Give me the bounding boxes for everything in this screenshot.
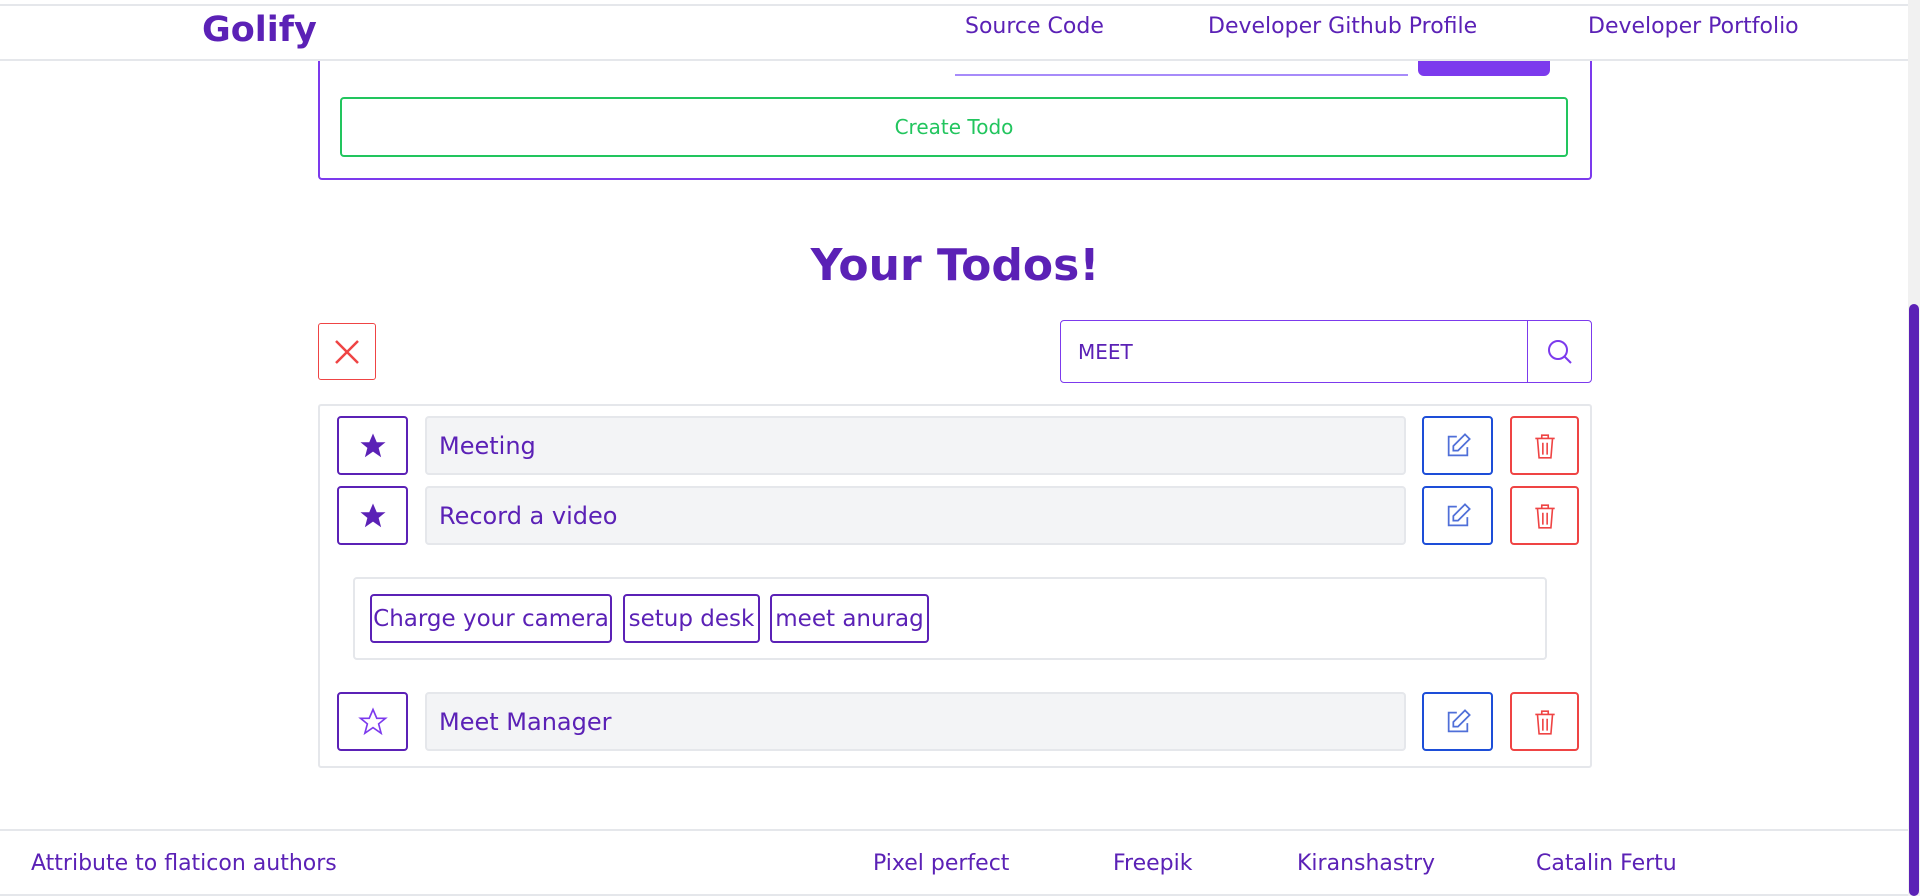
subtask-chip[interactable]: Charge your camera [370, 594, 612, 643]
footer-attribution: Attribute to flaticon authors [31, 851, 337, 876]
brand-logo[interactable]: Golify [202, 10, 317, 50]
nav-source-code[interactable]: Source Code [965, 14, 1104, 39]
footer-author-link[interactable]: Pixel perfect [873, 851, 1009, 876]
todo-text[interactable]: Meet Manager [425, 692, 1406, 751]
delete-button[interactable] [1510, 486, 1579, 545]
scrollbar-thumb[interactable] [1909, 304, 1919, 896]
todo-text[interactable]: Record a video [425, 486, 1406, 545]
footer-author-link[interactable]: Catalin Fertu [1536, 851, 1677, 876]
todo-text[interactable]: Meeting [425, 416, 1406, 475]
search-input[interactable] [1061, 321, 1527, 382]
subtask-chip[interactable]: meet anurag [770, 594, 929, 643]
star-outline-icon [357, 706, 388, 735]
search-box [1060, 320, 1592, 383]
footer-author-link[interactable]: Kiranshastry [1297, 851, 1435, 876]
star-button[interactable] [337, 486, 408, 545]
page-title: Your Todos! [810, 240, 1100, 291]
nav-github-profile[interactable]: Developer Github Profile [1208, 14, 1477, 39]
star-button[interactable] [337, 692, 408, 751]
subtask-chip[interactable]: setup desk [623, 594, 760, 643]
create-todo-button[interactable]: Create Todo [340, 97, 1568, 157]
edit-button[interactable] [1422, 416, 1493, 475]
trash-icon [1534, 709, 1555, 735]
edit-button[interactable] [1422, 486, 1493, 545]
star-filled-icon [360, 433, 385, 457]
edit-icon [1447, 502, 1471, 526]
delete-button[interactable] [1510, 692, 1579, 751]
close-icon [335, 339, 359, 364]
trash-icon [1534, 433, 1555, 459]
edit-icon [1447, 708, 1471, 732]
clear-search-button[interactable] [318, 323, 376, 380]
search-icon [1547, 339, 1572, 364]
search-button[interactable] [1527, 321, 1591, 382]
edit-button[interactable] [1422, 692, 1493, 751]
todo-input-partial[interactable] [955, 74, 1408, 76]
delete-button[interactable] [1510, 416, 1579, 475]
trash-icon [1534, 503, 1555, 529]
edit-icon [1447, 432, 1471, 456]
star-filled-icon [360, 503, 385, 527]
nav-portfolio[interactable]: Developer Portfolio [1588, 14, 1799, 39]
star-button[interactable] [337, 416, 408, 475]
footer-author-link[interactable]: Freepik [1113, 851, 1193, 876]
